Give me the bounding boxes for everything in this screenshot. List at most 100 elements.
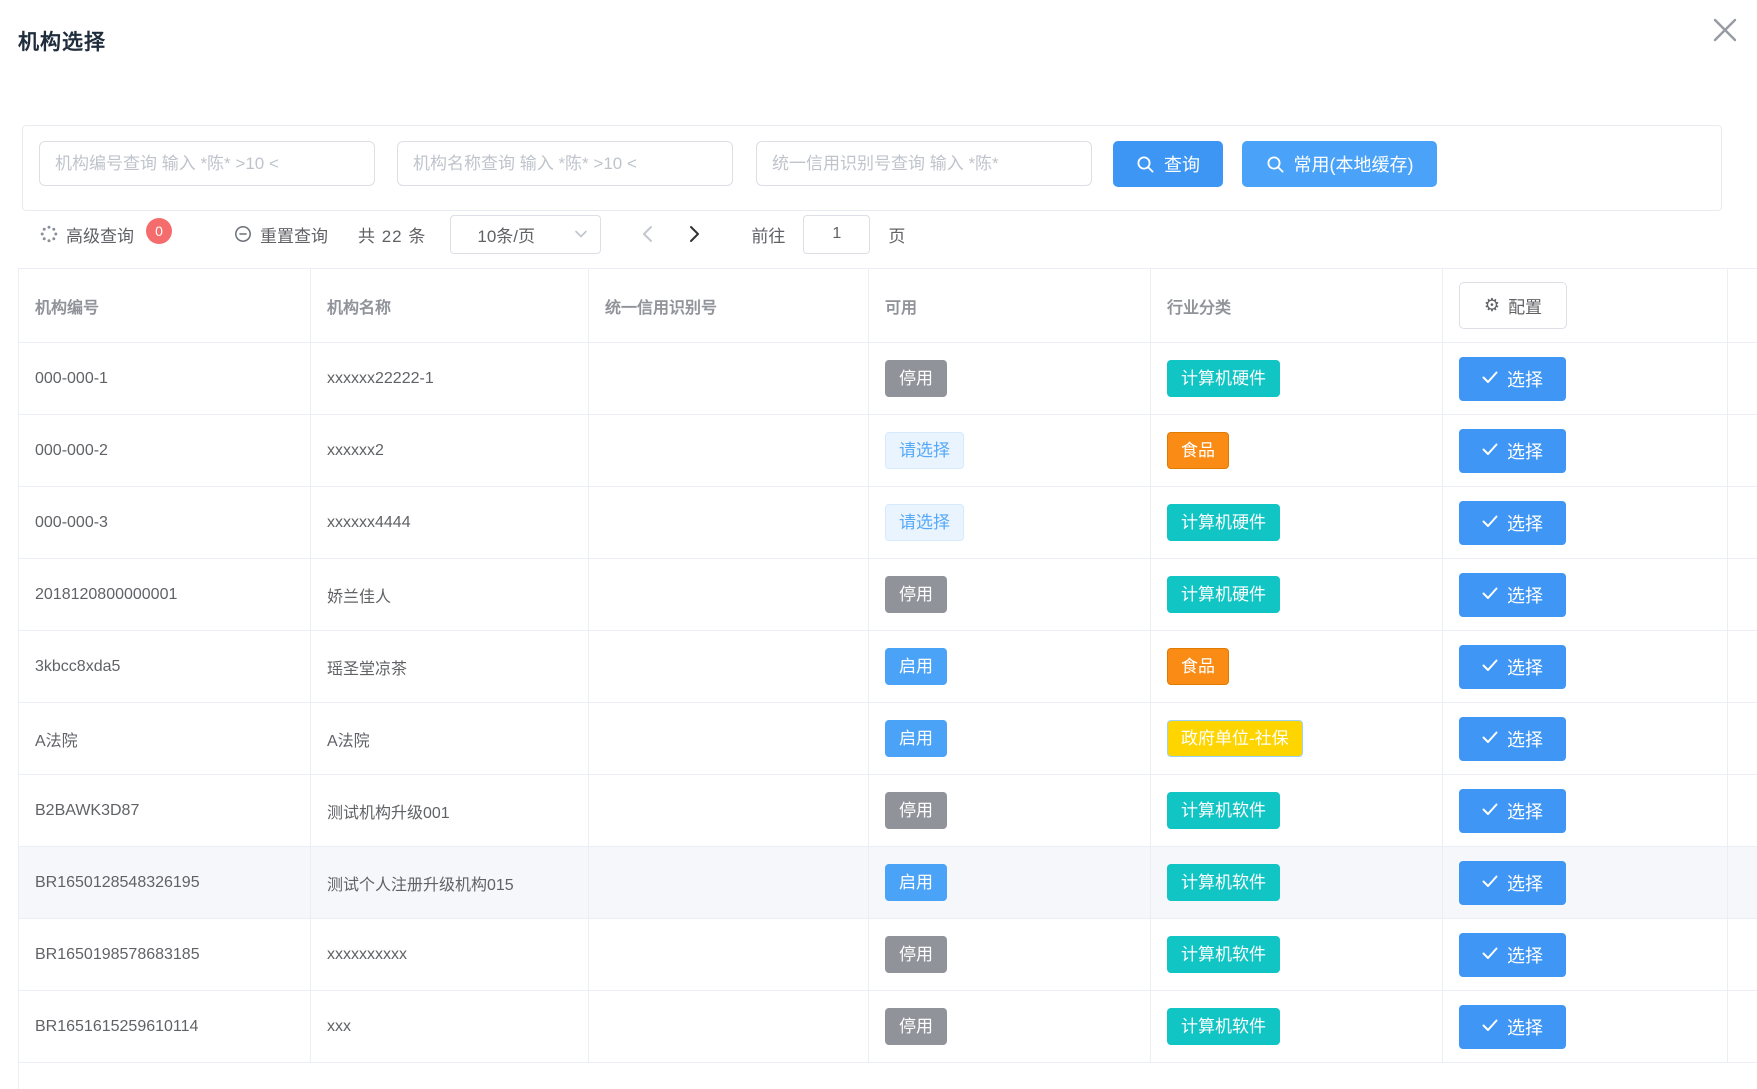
industry-badge: 计算机硬件 bbox=[1167, 504, 1280, 541]
select-button-label: 选择 bbox=[1507, 366, 1543, 392]
cell-industry: 计算机硬件 bbox=[1151, 343, 1443, 415]
select-button-label: 选择 bbox=[1507, 510, 1543, 536]
select-button[interactable]: 选择 bbox=[1459, 717, 1566, 761]
cell-org-code: B2BAWK3D87 bbox=[19, 775, 311, 847]
cell-org-code: 000-000-2 bbox=[19, 415, 311, 487]
cell-industry: 计算机软件 bbox=[1151, 847, 1443, 919]
cell-action: 选择 bbox=[1443, 343, 1728, 415]
cell-org-name: xxxxxx2 bbox=[311, 415, 589, 487]
cell-gutter bbox=[1728, 559, 1757, 631]
select-button[interactable]: 选择 bbox=[1459, 573, 1566, 617]
cell-industry: 计算机软件 bbox=[1151, 919, 1443, 991]
cell-availability: 停用 bbox=[869, 775, 1151, 847]
close-icon[interactable] bbox=[1705, 10, 1745, 50]
cell-availability: 请选择 bbox=[869, 415, 1151, 487]
cell-action: 选择 bbox=[1443, 415, 1728, 487]
table-row: 3kbcc8xda5瑶圣堂凉茶 启用食品 选择 bbox=[19, 631, 1757, 703]
table-row: BR1650128548326195测试个人注册升级机构015启用计算机软件选择 bbox=[19, 847, 1757, 919]
select-button[interactable]: 选择 bbox=[1459, 357, 1566, 401]
availability-badge: 停用 bbox=[885, 576, 947, 613]
cell-org-name: 娇兰佳人 bbox=[311, 559, 589, 631]
org-name-input[interactable] bbox=[397, 141, 733, 186]
reset-query-button[interactable]: 重置查询 bbox=[234, 222, 328, 247]
select-button[interactable]: 选择 bbox=[1459, 429, 1566, 473]
search-icon bbox=[1266, 155, 1285, 174]
cell-availability: 启用 bbox=[869, 703, 1151, 775]
config-button[interactable]: ⚙ 配置 bbox=[1459, 282, 1567, 329]
goto-page-group: 前往 页 bbox=[751, 215, 905, 254]
cell-org-name: xxx bbox=[311, 991, 589, 1063]
org-select-modal: 机构选择 查询 常用(本地缓存) 高级查询 0 bbox=[0, 0, 1757, 1089]
cell-availability: 停用 bbox=[869, 991, 1151, 1063]
select-button[interactable]: 选择 bbox=[1459, 789, 1566, 833]
select-button[interactable]: 选择 bbox=[1459, 861, 1566, 905]
industry-badge: 计算机硬件 bbox=[1167, 576, 1280, 613]
select-button[interactable]: 选择 bbox=[1459, 501, 1566, 545]
availability-badge[interactable]: 请选择 bbox=[885, 432, 964, 469]
header-availability: 可用 bbox=[869, 269, 1151, 343]
select-button-label: 选择 bbox=[1507, 870, 1543, 896]
cell-availability: 启用 bbox=[869, 631, 1151, 703]
cell-action: 选择 bbox=[1443, 775, 1728, 847]
cell-action: 选择 bbox=[1443, 559, 1728, 631]
cell-org-code: 3kbcc8xda5 bbox=[19, 631, 311, 703]
availability-badge: 停用 bbox=[885, 792, 947, 829]
header-org-code: 机构编号 bbox=[19, 269, 311, 343]
cell-gutter bbox=[1728, 775, 1757, 847]
page-size-value: 10条/页 bbox=[477, 222, 535, 247]
cell-availability: 停用 bbox=[869, 559, 1151, 631]
cell-gutter bbox=[1728, 991, 1757, 1063]
industry-badge: 计算机软件 bbox=[1167, 1008, 1280, 1045]
table-row: 000-000-1xxxxxx22222-1停用计算机硬件选择 bbox=[19, 343, 1757, 415]
cell-credit-code bbox=[589, 703, 869, 775]
availability-badge[interactable]: 请选择 bbox=[885, 504, 964, 541]
check-icon bbox=[1482, 1016, 1498, 1037]
cell-org-name: xxxxxxxxxx bbox=[311, 919, 589, 991]
prev-page-button[interactable] bbox=[641, 225, 654, 243]
table-row: BR1650198578683185xxxxxxxxxx停用计算机软件选择 bbox=[19, 919, 1757, 991]
header-gutter bbox=[1728, 269, 1757, 343]
industry-badge: 食品 bbox=[1167, 648, 1229, 685]
select-button[interactable]: 选择 bbox=[1459, 1005, 1566, 1049]
cell-org-code: BR1651615259610114 bbox=[19, 991, 311, 1063]
availability-badge: 启用 bbox=[885, 720, 947, 757]
chevron-down-icon bbox=[574, 229, 588, 239]
filter-panel: 查询 常用(本地缓存) bbox=[22, 125, 1722, 211]
org-table: 机构编号 机构名称 统一信用识别号 可用 行业分类 ⚙ 配置 000-000-1… bbox=[18, 268, 1757, 1089]
table-row: BR1651615259610114xxx 停用计算机软件 选择 bbox=[19, 991, 1757, 1063]
reset-query-label: 重置查询 bbox=[260, 222, 328, 247]
cell-credit-code bbox=[589, 415, 869, 487]
cell-credit-code bbox=[589, 559, 869, 631]
search-button[interactable]: 查询 bbox=[1113, 141, 1223, 187]
next-page-button[interactable] bbox=[688, 225, 701, 243]
select-button[interactable]: 选择 bbox=[1459, 933, 1566, 977]
cell-gutter bbox=[1728, 415, 1757, 487]
industry-badge: 计算机硬件 bbox=[1167, 360, 1280, 397]
industry-badge: 计算机软件 bbox=[1167, 864, 1280, 901]
goto-suffix: 页 bbox=[888, 222, 905, 247]
cell-credit-code bbox=[589, 775, 869, 847]
check-icon bbox=[1482, 656, 1498, 677]
availability-badge: 启用 bbox=[885, 864, 947, 901]
cell-org-name: 瑶圣堂凉茶 bbox=[311, 631, 589, 703]
favorites-button[interactable]: 常用(本地缓存) bbox=[1242, 141, 1437, 187]
select-button-label: 选择 bbox=[1507, 942, 1543, 968]
search-icon bbox=[1136, 155, 1155, 174]
cell-gutter bbox=[1728, 487, 1757, 559]
select-button-label: 选择 bbox=[1507, 798, 1543, 824]
check-icon bbox=[1482, 368, 1498, 389]
advanced-query-button[interactable]: 高级查询 0 bbox=[40, 221, 172, 247]
table-row: A法院A法院启用政府单位-社保选择 bbox=[19, 703, 1757, 775]
header-industry: 行业分类 bbox=[1151, 269, 1443, 343]
check-icon bbox=[1482, 584, 1498, 605]
table-row: 2018120800000001娇兰佳人停用计算机硬件选择 bbox=[19, 559, 1757, 631]
goto-page-input[interactable] bbox=[803, 215, 870, 254]
check-icon bbox=[1482, 440, 1498, 461]
page-size-select[interactable]: 10条/页 bbox=[450, 215, 601, 254]
cell-availability: 停用 bbox=[869, 343, 1151, 415]
credit-code-input[interactable] bbox=[756, 141, 1092, 186]
org-code-input[interactable] bbox=[39, 141, 375, 186]
header-org-name: 机构名称 bbox=[311, 269, 589, 343]
select-button[interactable]: 选择 bbox=[1459, 645, 1566, 689]
advanced-query-count-badge: 0 bbox=[146, 218, 172, 244]
